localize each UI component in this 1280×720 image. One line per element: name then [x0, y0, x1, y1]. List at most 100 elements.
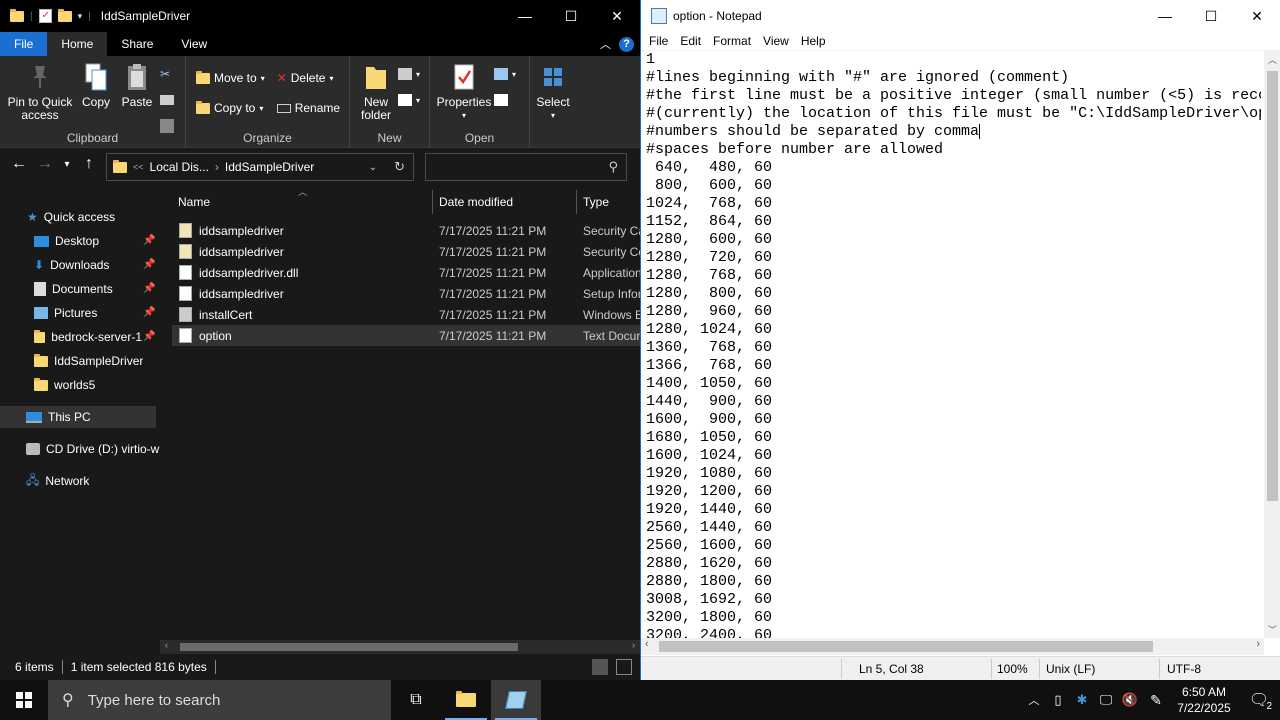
nav-desktop[interactable]: Desktop: [34, 232, 99, 250]
scroll-left-icon[interactable]: ‹: [165, 640, 168, 650]
show-hidden-icons-icon[interactable]: ︿: [1022, 692, 1046, 708]
close-icon[interactable]: ✕: [594, 0, 640, 32]
refresh-icon[interactable]: ↻: [394, 159, 405, 175]
edit-icon[interactable]: [494, 90, 516, 110]
tab-share[interactable]: Share: [107, 32, 167, 56]
copy-to-button[interactable]: Copy to ▾: [196, 98, 265, 118]
properties-icon[interactable]: ✓: [38, 9, 52, 23]
volume-muted-icon[interactable]: 🔇: [1118, 692, 1142, 708]
start-button[interactable]: [0, 680, 48, 720]
up-arrow-icon[interactable]: ↑: [78, 155, 100, 173]
nav-iddsampledriver[interactable]: IddSampleDriver: [34, 352, 143, 370]
nav-bedrock-server[interactable]: bedrock-server-1: [34, 328, 142, 346]
column-header-type[interactable]: Type: [583, 188, 609, 216]
move-to-button[interactable]: Move to ▾: [196, 68, 265, 88]
file-row[interactable]: installCert 7/17/2025 11:21 PM Windows B: [172, 304, 640, 325]
file-row[interactable]: iddsampledriver 7/17/2025 11:21 PM Secur…: [172, 220, 640, 241]
new-item-icon[interactable]: ▾: [398, 64, 420, 84]
task-view-button[interactable]: ⧉: [391, 680, 441, 720]
pin-icon[interactable]: 📌: [143, 331, 155, 342]
breadcrumb-iddsampledriver[interactable]: IddSampleDriver: [225, 160, 314, 174]
tab-home[interactable]: Home: [47, 32, 108, 56]
search-input[interactable]: ⚲: [425, 153, 627, 181]
taskbar-search-box[interactable]: ⚲ Type here to search: [48, 680, 391, 720]
collapse-ribbon-icon[interactable]: ︿: [600, 36, 611, 52]
qat-dropdown-icon[interactable]: ▾: [78, 11, 83, 22]
large-icons-view-icon[interactable]: [616, 659, 632, 675]
security-certificate-icon: [179, 244, 192, 259]
close-icon[interactable]: ✕: [1234, 0, 1280, 32]
horizontal-scrollbar[interactable]: ‹ ›: [641, 638, 1264, 655]
menu-file[interactable]: File: [643, 34, 674, 48]
clock[interactable]: 6:50 AM 7/22/2025: [1170, 684, 1238, 716]
text-editor[interactable]: 1 #lines beginning with "#" are ignored (…: [646, 51, 1261, 638]
tab-file[interactable]: File: [0, 32, 48, 56]
scroll-right-icon[interactable]: ›: [632, 640, 635, 650]
nav-worlds5[interactable]: worlds5: [34, 376, 95, 394]
nav-network[interactable]: 🖧 Network: [26, 472, 89, 490]
scrollbar-thumb[interactable]: [659, 641, 1153, 652]
properties-icon: [449, 62, 479, 92]
file-row[interactable]: iddsampledriver 7/17/2025 11:21 PM Secur…: [172, 241, 640, 262]
pin-icon[interactable]: 📌: [143, 235, 155, 246]
pin-icon[interactable]: 📌: [143, 307, 155, 318]
forward-arrow-icon[interactable]: →: [34, 155, 56, 173]
scroll-up-icon[interactable]: ︿: [1268, 53, 1277, 66]
copy-path-icon[interactable]: [160, 90, 174, 110]
menu-edit[interactable]: Edit: [674, 34, 707, 48]
back-arrow-icon[interactable]: ←: [8, 155, 30, 173]
menu-view[interactable]: View: [757, 34, 795, 48]
pen-icon[interactable]: ✎: [1142, 692, 1170, 709]
recent-locations-icon[interactable]: ▾: [60, 159, 74, 170]
file-list-horizontal-scrollbar[interactable]: ‹ ›: [160, 640, 640, 654]
file-date: 7/17/2025 11:21 PM: [439, 244, 547, 259]
new-folder-icon[interactable]: [57, 8, 72, 22]
scroll-left-icon[interactable]: ‹: [645, 638, 649, 650]
breadcrumb-local-disk[interactable]: Local Dis...: [150, 160, 209, 174]
scrollbar-thumb[interactable]: [1267, 71, 1278, 501]
network-icon[interactable]: 🖵: [1094, 692, 1118, 708]
maximize-icon[interactable]: ☐: [1188, 0, 1234, 32]
usb-device-icon[interactable]: ▯: [1046, 692, 1070, 708]
nav-this-pc[interactable]: This PC: [0, 406, 156, 428]
nav-downloads[interactable]: ⬇ Downloads: [34, 256, 109, 274]
file-row-selected[interactable]: option 7/17/2025 11:21 PM Text Docur: [172, 325, 640, 346]
column-header-name[interactable]: Name: [178, 188, 210, 216]
text-line: 1920, 1080, 60: [646, 465, 773, 482]
file-row[interactable]: iddsampledriver 7/17/2025 11:21 PM Setup…: [172, 283, 640, 304]
action-center-icon[interactable]: 🗨 2: [1238, 690, 1280, 712]
minimize-icon[interactable]: —: [502, 0, 548, 32]
nav-quick-access[interactable]: ★ Quick access: [27, 208, 115, 226]
vertical-scrollbar[interactable]: ︿ ﹀: [1264, 51, 1280, 638]
scrollbar-thumb[interactable]: [180, 643, 518, 651]
column-header-date[interactable]: Date modified: [439, 188, 513, 216]
select-button[interactable]: Select ▾: [534, 60, 572, 148]
pin-icon[interactable]: 📌: [143, 259, 155, 270]
menu-help[interactable]: Help: [795, 34, 832, 48]
open-icon[interactable]: ▾: [494, 64, 516, 84]
taskbar-file-explorer[interactable]: [441, 680, 491, 720]
rename-button[interactable]: Rename: [276, 98, 340, 118]
breadcrumb-overflow[interactable]: <<: [133, 162, 144, 172]
easy-access-icon[interactable]: ▾: [398, 90, 420, 110]
menu-bar: File Edit Format View Help: [641, 31, 1280, 51]
nav-documents[interactable]: Documents: [34, 280, 113, 298]
details-view-icon[interactable]: [592, 659, 608, 675]
delete-button[interactable]: ✕ Delete ▾: [277, 68, 340, 88]
file-row[interactable]: iddsampledriver.dll 7/17/2025 11:21 PM A…: [172, 262, 640, 283]
chevron-down-icon[interactable]: ⌄: [369, 162, 377, 173]
nav-cd-drive[interactable]: CD Drive (D:) virtio-w: [26, 440, 160, 458]
menu-format[interactable]: Format: [707, 34, 757, 48]
nav-pictures[interactable]: Pictures: [34, 304, 97, 322]
tab-view[interactable]: View: [167, 32, 221, 56]
pin-icon[interactable]: 📌: [143, 283, 155, 294]
taskbar-notepad[interactable]: [491, 680, 541, 720]
maximize-icon[interactable]: ☐: [548, 0, 594, 32]
address-bar[interactable]: << Local Dis... › IddSampleDriver ⌄ ↻: [106, 153, 414, 181]
help-icon[interactable]: ?: [619, 36, 634, 52]
scroll-right-icon[interactable]: ›: [1256, 638, 1260, 650]
cut-icon[interactable]: ✂: [160, 64, 174, 84]
scroll-down-icon[interactable]: ﹀: [1268, 623, 1277, 636]
minimize-icon[interactable]: —: [1142, 0, 1188, 32]
bluetooth-icon[interactable]: ✱: [1070, 692, 1094, 708]
